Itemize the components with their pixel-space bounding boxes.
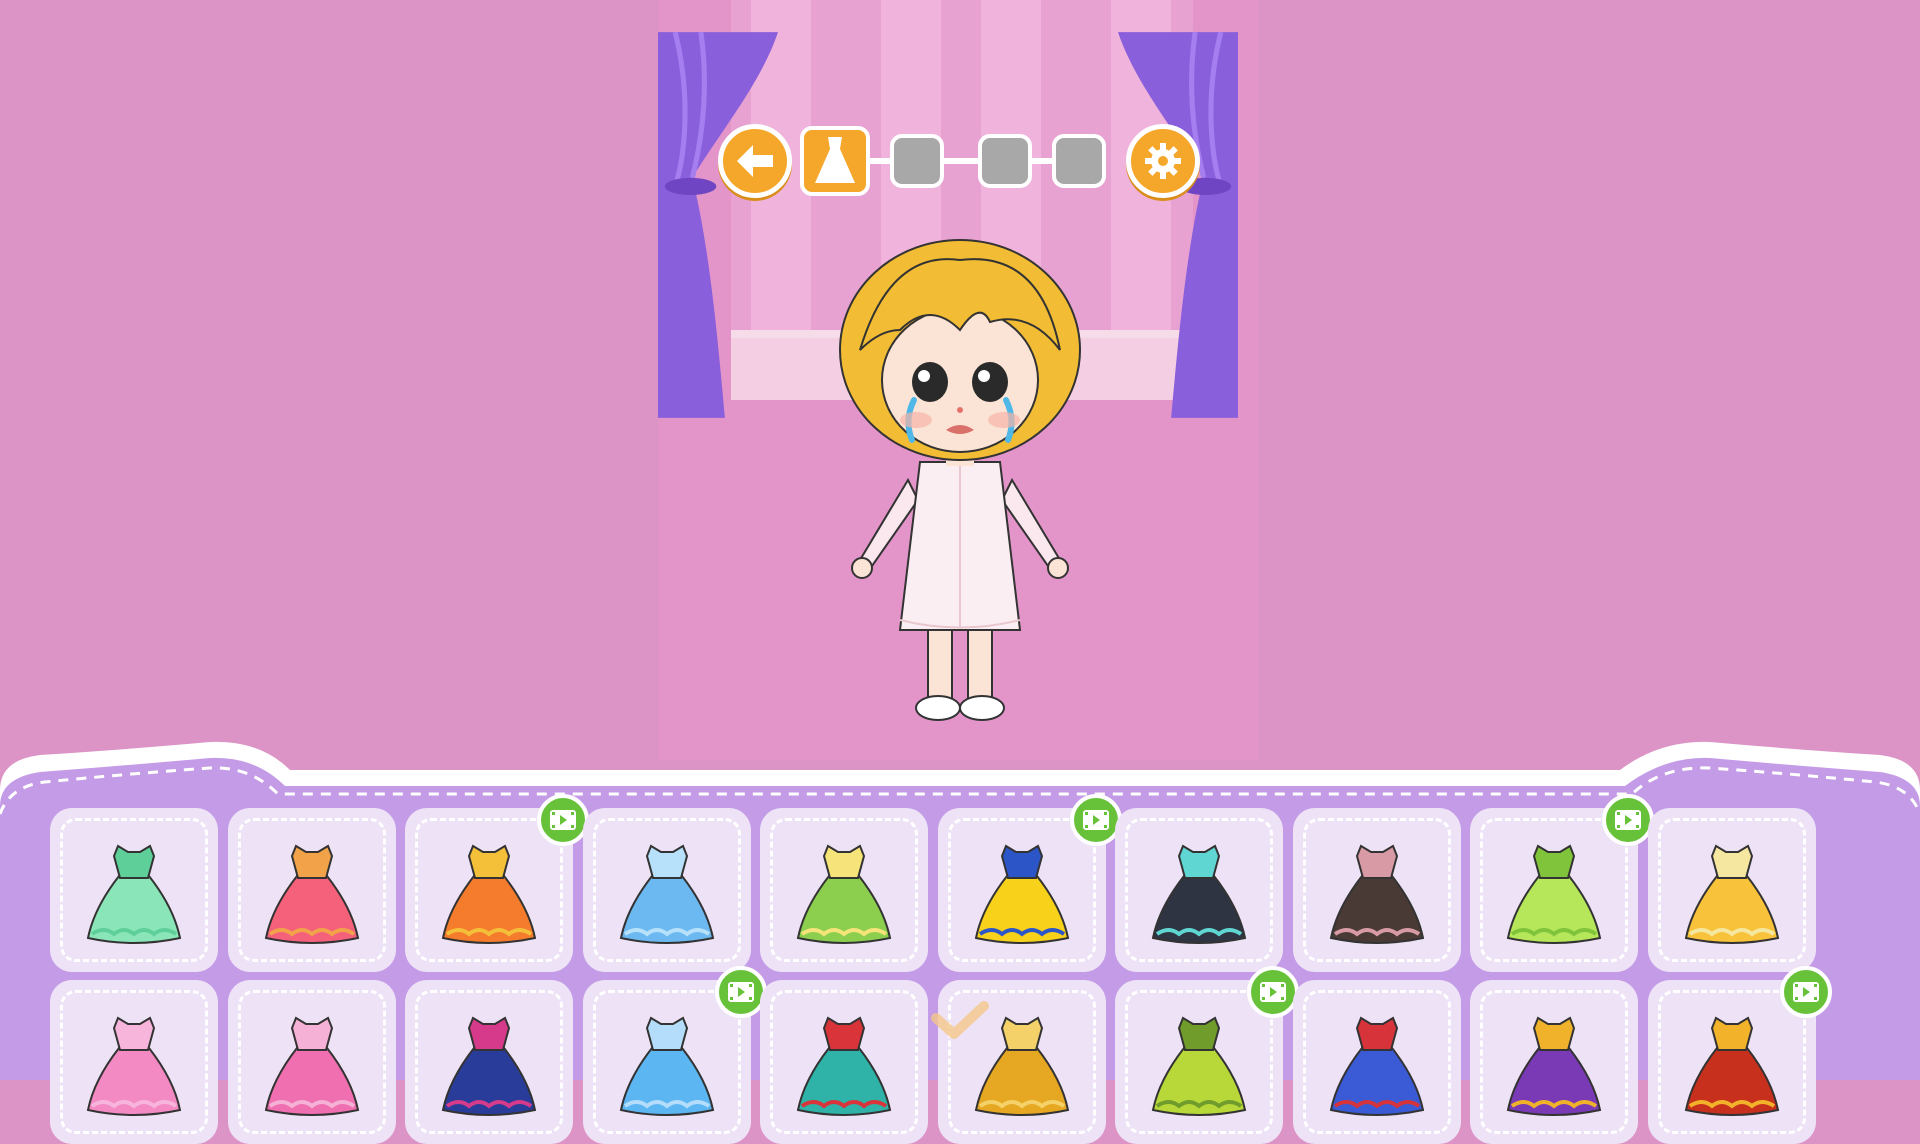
wardrobe-item-teal-red-armor[interactable] — [760, 980, 928, 1144]
outfit-icon — [974, 844, 1069, 944]
step-locked-1[interactable] — [890, 134, 944, 188]
step-connector — [870, 158, 890, 164]
video-unlock-badge[interactable] — [1247, 966, 1299, 1018]
wardrobe-item-pink-gown[interactable] — [50, 980, 218, 1144]
outfit-icon — [796, 1016, 892, 1116]
wardrobe-item-leaf-gold-gown[interactable] — [760, 808, 928, 972]
step-locked-2[interactable] — [978, 134, 1032, 188]
doll-character — [839, 239, 1081, 721]
wardrobe-item-brown-kimono[interactable] — [1292, 808, 1461, 972]
step-connector — [1032, 158, 1052, 164]
outfit-icon — [1684, 1016, 1779, 1116]
wardrobe-item-ice-blue-gown[interactable] — [582, 808, 751, 972]
step-outfit-tab[interactable] — [800, 126, 870, 196]
top-toolbar — [718, 124, 1202, 198]
dress-icon — [815, 137, 855, 183]
wardrobe-item-golden-ballgown[interactable] — [1647, 808, 1816, 972]
right-curtain — [1118, 31, 1238, 418]
outfit-icon — [441, 844, 537, 944]
back-button[interactable] — [718, 124, 792, 198]
outfit-icon — [86, 844, 182, 944]
outfit-icon — [796, 844, 892, 944]
video-icon — [1792, 982, 1819, 1002]
wardrobe-item-mint-ballgown[interactable] — [50, 808, 218, 972]
video-unlock-badge[interactable] — [714, 966, 767, 1018]
selected-check-icon — [931, 1001, 989, 1039]
video-icon — [1615, 810, 1641, 830]
video-icon — [1260, 982, 1286, 1002]
wardrobe-item-blue-prince-suit[interactable] — [1292, 980, 1461, 1144]
outfit-icon — [619, 1016, 714, 1116]
outfit-icon — [1151, 1016, 1247, 1116]
wardrobe-item-navy-magenta-gown[interactable] — [405, 980, 573, 1144]
gear-icon — [1145, 143, 1181, 179]
outfit-icon — [1329, 844, 1424, 944]
left-curtain — [658, 31, 778, 418]
outfit-icon — [441, 1016, 537, 1116]
video-unlock-badge[interactable] — [1779, 966, 1832, 1018]
outfit-icon — [264, 1016, 359, 1116]
video-icon — [550, 810, 576, 830]
wardrobe-item-teal-black-outfit[interactable] — [1115, 808, 1283, 972]
outfit-icon — [619, 844, 714, 944]
video-unlock-badge[interactable] — [1069, 794, 1122, 846]
video-unlock-badge[interactable] — [1602, 794, 1654, 846]
outfit-icon — [1684, 844, 1779, 944]
video-unlock-badge[interactable] — [537, 794, 589, 846]
video-icon — [727, 982, 754, 1002]
settings-button[interactable] — [1126, 124, 1200, 198]
outfit-icon — [1151, 844, 1247, 944]
wardrobe-item-rose-gown[interactable] — [227, 980, 396, 1144]
wardrobe-item-coral-layered-gown[interactable] — [227, 808, 396, 972]
step-locked-3[interactable] — [1052, 134, 1106, 188]
outfit-icon — [264, 844, 359, 944]
arrow-left-icon — [737, 145, 773, 177]
wardrobe-item-purple-gold-suit[interactable] — [1470, 980, 1638, 1144]
step-connector — [944, 158, 978, 164]
outfit-icon — [1506, 1016, 1602, 1116]
outfit-icon — [1506, 844, 1602, 944]
outfit-icon — [1329, 1016, 1424, 1116]
video-icon — [1082, 810, 1109, 830]
outfit-icon — [86, 1016, 182, 1116]
